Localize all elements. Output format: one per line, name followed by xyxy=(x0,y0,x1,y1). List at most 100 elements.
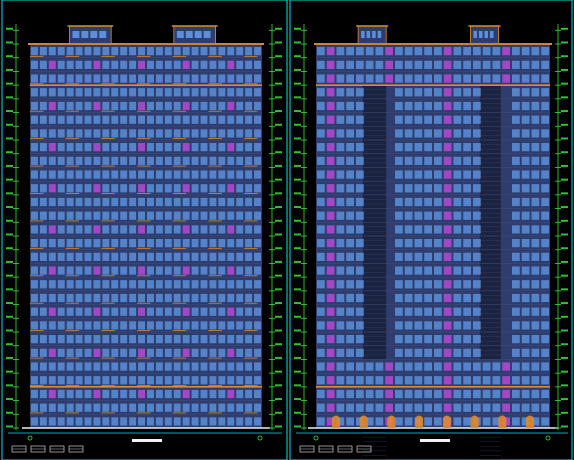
rear-elevation[interactable] xyxy=(308,25,558,460)
window xyxy=(102,225,110,234)
window xyxy=(326,348,335,357)
level-tag xyxy=(561,343,568,346)
window xyxy=(57,417,65,426)
window xyxy=(453,239,462,248)
window xyxy=(531,225,540,234)
window xyxy=(443,376,452,385)
window xyxy=(39,307,47,316)
window xyxy=(365,362,374,371)
window xyxy=(39,60,47,69)
window xyxy=(209,115,217,124)
window xyxy=(395,74,403,83)
window xyxy=(57,307,65,316)
window xyxy=(93,197,101,207)
window xyxy=(66,403,74,412)
window xyxy=(434,389,442,399)
window xyxy=(102,184,110,193)
level-tag xyxy=(294,219,301,222)
window xyxy=(84,225,92,234)
window xyxy=(129,376,137,385)
window xyxy=(138,170,145,179)
window xyxy=(39,115,47,124)
window xyxy=(245,321,253,330)
window xyxy=(254,389,261,399)
window xyxy=(48,197,56,207)
window xyxy=(346,143,354,152)
window xyxy=(531,74,540,83)
window xyxy=(541,417,549,426)
window xyxy=(75,362,83,371)
window xyxy=(424,321,432,330)
window xyxy=(84,74,92,83)
window xyxy=(346,252,354,261)
window xyxy=(443,335,452,344)
level-tag xyxy=(275,219,282,222)
window xyxy=(443,293,452,303)
window xyxy=(395,239,403,248)
window xyxy=(39,129,47,138)
window xyxy=(102,115,110,124)
window xyxy=(75,74,83,83)
window xyxy=(227,266,235,275)
window xyxy=(39,293,47,303)
window xyxy=(164,184,172,193)
window xyxy=(541,115,549,124)
window xyxy=(57,211,65,220)
window xyxy=(84,101,92,111)
window xyxy=(434,335,442,344)
window xyxy=(453,197,462,207)
window xyxy=(317,362,325,371)
window xyxy=(424,376,432,385)
window xyxy=(346,266,354,275)
window xyxy=(173,280,181,289)
cad-drawing-canvas[interactable] xyxy=(0,0,574,460)
window xyxy=(236,362,244,371)
window xyxy=(443,170,452,179)
window xyxy=(336,239,345,248)
window xyxy=(434,143,442,152)
window xyxy=(129,115,137,124)
window xyxy=(245,239,253,248)
window xyxy=(120,403,128,412)
window xyxy=(482,403,491,412)
window xyxy=(236,47,244,56)
level-tag xyxy=(561,370,568,373)
window xyxy=(541,280,549,289)
window xyxy=(200,335,208,344)
window xyxy=(93,280,101,289)
front-elevation[interactable] xyxy=(22,25,270,429)
level-tag xyxy=(6,247,13,250)
window xyxy=(512,239,520,248)
window xyxy=(138,211,145,220)
window xyxy=(39,156,47,165)
window xyxy=(541,376,549,385)
window xyxy=(254,129,261,138)
window xyxy=(147,403,154,412)
level-tag xyxy=(294,137,301,140)
window xyxy=(414,252,423,261)
window xyxy=(39,211,47,220)
window xyxy=(414,74,423,83)
window xyxy=(218,211,226,220)
window xyxy=(254,239,261,248)
window xyxy=(541,362,549,371)
window xyxy=(326,88,335,97)
window xyxy=(48,101,56,111)
window xyxy=(147,156,154,165)
window xyxy=(424,225,432,234)
window xyxy=(75,129,83,138)
window xyxy=(521,280,530,289)
window xyxy=(31,417,38,426)
window xyxy=(443,74,452,83)
window xyxy=(512,143,520,152)
window xyxy=(512,225,520,234)
window xyxy=(336,280,345,289)
window xyxy=(254,321,261,330)
window xyxy=(93,293,101,303)
window xyxy=(155,115,163,124)
level-tag xyxy=(561,233,568,236)
window xyxy=(521,266,530,275)
window xyxy=(521,74,530,83)
level-tag xyxy=(561,164,568,167)
window xyxy=(102,403,110,412)
